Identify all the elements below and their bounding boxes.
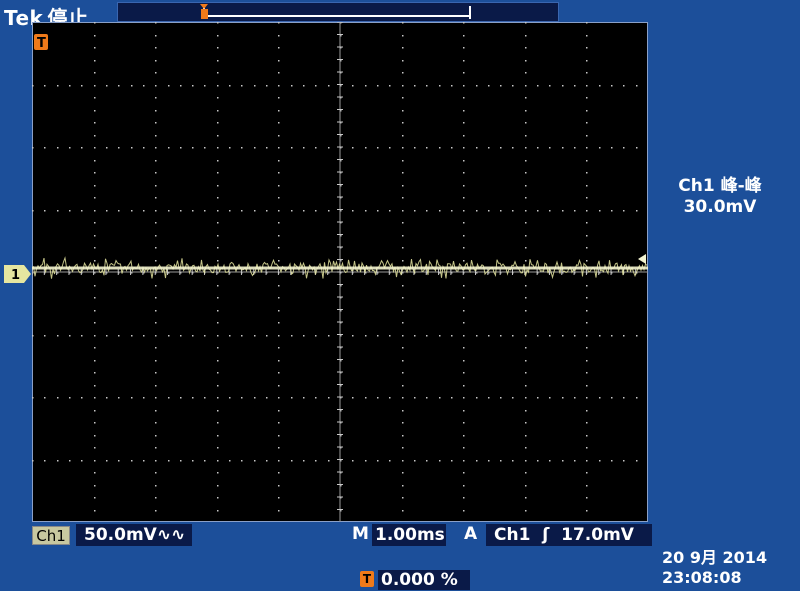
trigger-readout: Ch1 ʃ 17.0mV: [486, 524, 652, 546]
trigger-mode-label: A: [464, 524, 478, 544]
ch1-tag[interactable]: Ch1: [32, 526, 70, 545]
time-base-value: 1.00ms: [375, 525, 445, 545]
datetime-readout: 20 9月 2014 23:08:08: [662, 548, 767, 588]
trigger-marker-label: T: [37, 36, 46, 51]
record-position-graphic: [200, 4, 471, 19]
measurement-label: Ch1 峰-峰: [678, 176, 762, 196]
ch1-scale-readout: 50.0mV∿∿: [76, 524, 192, 546]
time-text: 23:08:08: [662, 568, 742, 587]
ch1-scale-value: 50.0mV∿∿: [84, 525, 186, 545]
trigger-marker-icon: T: [34, 34, 48, 51]
ch1-marker-label: 1: [11, 268, 20, 283]
trigger-position-icon: T: [360, 571, 374, 587]
ch1-ground-marker[interactable]: 1: [4, 264, 32, 288]
waveform-display[interactable]: T: [32, 22, 648, 522]
trigger-position-pointer: [200, 4, 208, 9]
trigger-position-value: 0.000 %: [381, 570, 458, 590]
graticule: T: [32, 22, 648, 522]
trigger-setting-value: Ch1 ʃ 17.0mV: [494, 525, 634, 545]
trigger-level-marker: [638, 254, 646, 264]
trigger-position-readout: 0.000 %: [378, 570, 470, 590]
measurement-value: 30.0mV: [683, 197, 757, 217]
time-base-label: M: [352, 524, 369, 544]
record-position-bar[interactable]: [117, 2, 559, 22]
measurement-readout: Ch1 峰-峰 30.0mV: [660, 176, 780, 218]
time-base-readout: 1.00ms: [372, 524, 446, 546]
date-text: 20 9月 2014: [662, 548, 768, 567]
